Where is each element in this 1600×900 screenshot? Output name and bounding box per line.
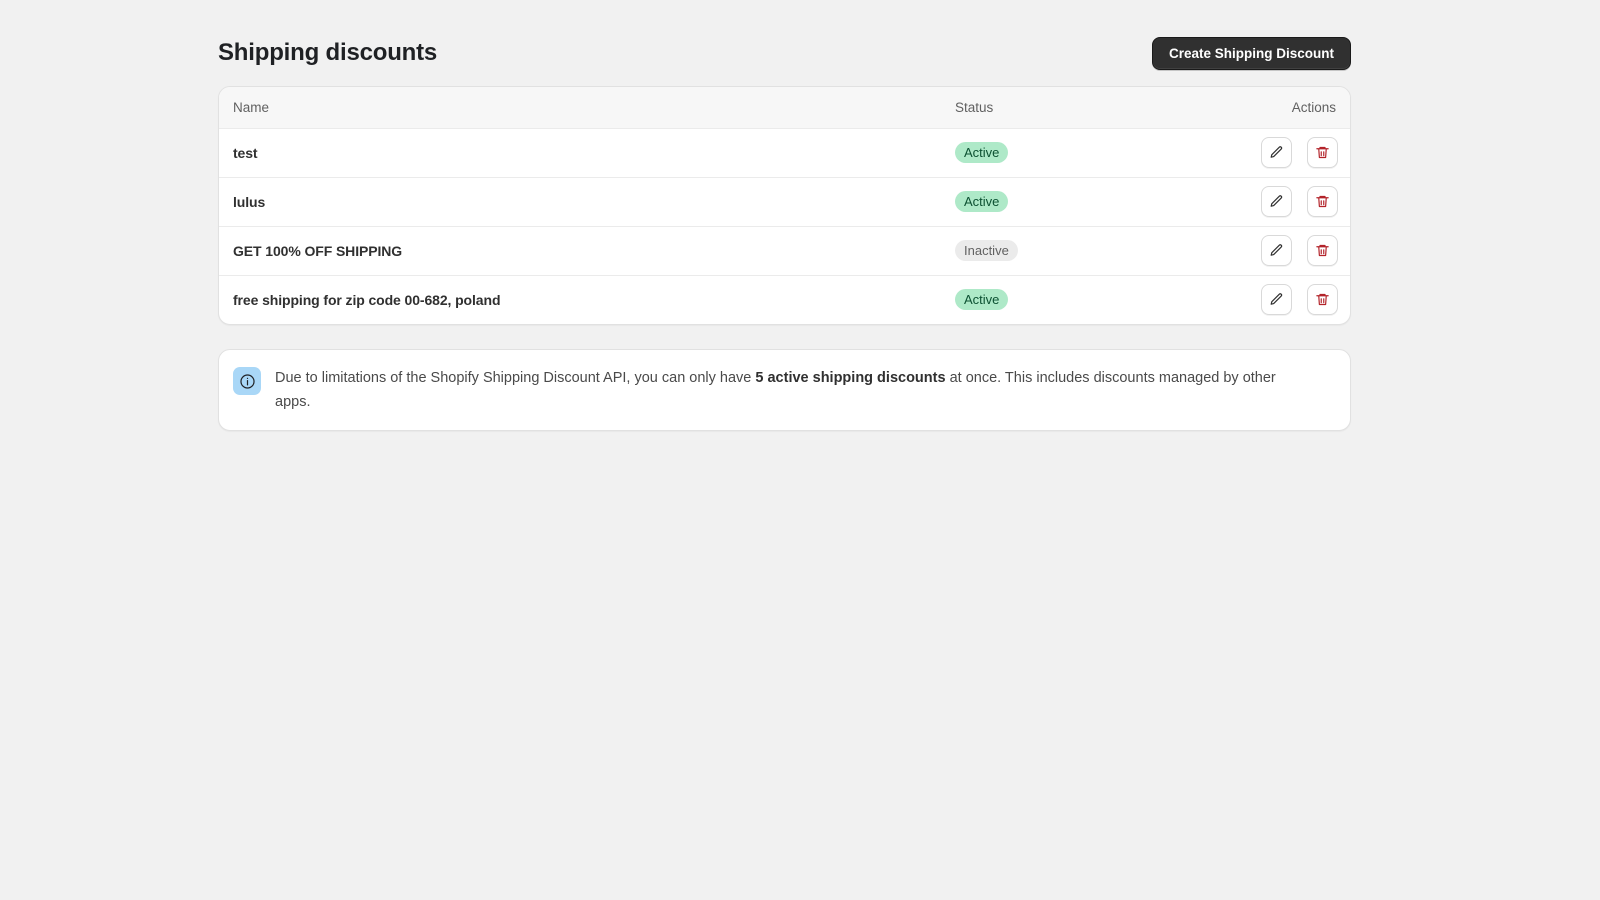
edit-discount-button[interactable] xyxy=(1261,186,1292,217)
status-badge: Active xyxy=(955,142,1008,163)
discount-name: GET 100% OFF SHIPPING xyxy=(219,226,939,275)
delete-discount-button[interactable] xyxy=(1307,235,1338,266)
row-actions xyxy=(1199,128,1351,177)
column-header-status: Status xyxy=(939,87,1199,128)
discount-name: lulus xyxy=(219,177,939,226)
table-row: GET 100% OFF SHIPPING Inactive xyxy=(219,226,1351,275)
row-actions xyxy=(1199,275,1351,324)
row-actions xyxy=(1199,226,1351,275)
shipping-discounts-page: Shipping discounts Create Shipping Disco… xyxy=(0,0,1600,900)
delete-discount-button[interactable] xyxy=(1307,137,1338,168)
page-header: Shipping discounts Create Shipping Disco… xyxy=(218,0,1351,86)
table-body: test Active xyxy=(219,128,1351,324)
table-row: free shipping for zip code 00-682, polan… xyxy=(219,275,1351,324)
status-badge: Inactive xyxy=(955,240,1018,261)
trash-icon xyxy=(1315,194,1330,209)
discount-name: free shipping for zip code 00-682, polan… xyxy=(219,275,939,324)
pencil-icon xyxy=(1269,194,1284,209)
edit-discount-button[interactable] xyxy=(1261,137,1292,168)
pencil-icon xyxy=(1269,145,1284,160)
delete-discount-button[interactable] xyxy=(1307,186,1338,217)
edit-discount-button[interactable] xyxy=(1261,284,1292,315)
trash-icon xyxy=(1315,292,1330,307)
discount-status-cell: Inactive xyxy=(939,226,1199,275)
discount-name: test xyxy=(219,128,939,177)
column-header-name: Name xyxy=(219,87,939,128)
table-row: test Active xyxy=(219,128,1351,177)
pencil-icon xyxy=(1269,292,1284,307)
shipping-discounts-table-card: Name Status Actions test Active xyxy=(218,86,1351,325)
discount-status-cell: Active xyxy=(939,128,1199,177)
banner-text-before: Due to limitations of the Shopify Shippi… xyxy=(275,370,755,386)
row-actions xyxy=(1199,177,1351,226)
column-header-actions: Actions xyxy=(1199,87,1351,128)
banner-text: Due to limitations of the Shopify Shippi… xyxy=(275,366,1285,414)
banner-text-highlight: 5 active shipping discounts xyxy=(755,370,945,386)
page-title: Shipping discounts xyxy=(218,38,437,68)
create-shipping-discount-button[interactable]: Create Shipping Discount xyxy=(1152,37,1351,70)
table-row: lulus Active xyxy=(219,177,1351,226)
api-limitation-banner: Due to limitations of the Shopify Shippi… xyxy=(218,349,1351,431)
info-circle-icon xyxy=(233,367,261,395)
table-header-row: Name Status Actions xyxy=(219,87,1351,128)
page-content: Shipping discounts Create Shipping Disco… xyxy=(218,0,1351,431)
trash-icon xyxy=(1315,243,1330,258)
trash-icon xyxy=(1315,145,1330,160)
pencil-icon xyxy=(1269,243,1284,258)
status-badge: Active xyxy=(955,289,1008,310)
table-header: Name Status Actions xyxy=(219,87,1351,128)
status-badge: Active xyxy=(955,191,1008,212)
shipping-discounts-table: Name Status Actions test Active xyxy=(219,87,1351,324)
discount-status-cell: Active xyxy=(939,177,1199,226)
edit-discount-button[interactable] xyxy=(1261,235,1292,266)
delete-discount-button[interactable] xyxy=(1307,284,1338,315)
discount-status-cell: Active xyxy=(939,275,1199,324)
